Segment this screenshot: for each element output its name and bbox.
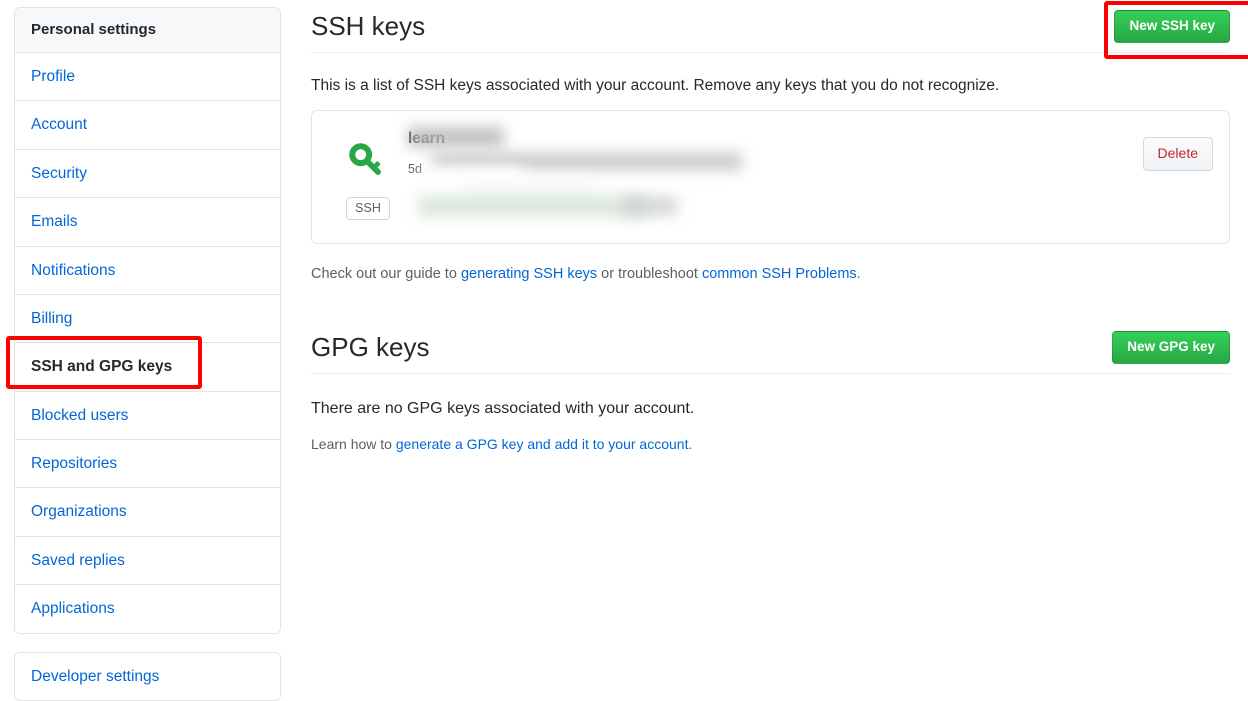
gpg-empty-message: There are no GPG keys associated with yo… xyxy=(311,399,695,417)
sidebar-item-account[interactable]: Account xyxy=(15,101,280,150)
ssh-key-icon-column: SSH xyxy=(328,127,408,221)
sidebar-item-emails[interactable]: Emails xyxy=(15,198,280,247)
sidebar-item-ssh-and-gpg-keys[interactable]: SSH and GPG keys xyxy=(15,343,280,392)
ssh-key-last-used xyxy=(408,204,1133,227)
sidebar-item-saved-replies[interactable]: Saved replies xyxy=(15,536,280,586)
sidebar-item-billing[interactable]: Billing xyxy=(15,294,280,344)
ssh-key-title: learn xyxy=(408,130,446,148)
ssh-key-list-item: SSH learn 5d Delete xyxy=(311,110,1230,244)
sidebar-item-notifications[interactable]: Notifications xyxy=(15,246,280,295)
ssh-help-note: Check out our guide to generating SSH ke… xyxy=(311,264,1230,285)
settings-sidebar: Personal settings Profile Account Securi… xyxy=(14,7,281,701)
sidebar-divider-space xyxy=(14,634,281,652)
ssh-keys-header: SSH keys New SSH key xyxy=(311,10,1230,53)
sidebar-item-organizations[interactable]: Organizations xyxy=(15,488,280,537)
new-gpg-key-button[interactable]: New GPG key xyxy=(1112,331,1230,364)
delete-ssh-key-button[interactable]: Delete xyxy=(1142,137,1213,171)
ssh-key-details: learn 5d xyxy=(408,127,1133,227)
ssh-type-badge: SSH xyxy=(346,197,390,221)
sidebar-item-repositories[interactable]: Repositories xyxy=(15,440,280,489)
sidebar-item-blocked-users[interactable]: Blocked users xyxy=(15,391,280,440)
main-content: SSH keys New SSH key This is a list of S… xyxy=(311,0,1230,455)
ssh-help-suffix: . xyxy=(856,266,861,282)
personal-settings-nav: Personal settings Profile Account Securi… xyxy=(14,7,281,634)
gpg-learn-prefix: Learn how to xyxy=(311,436,396,453)
sidebar-item-profile[interactable]: Profile xyxy=(15,53,280,102)
ssh-help-middle: or troubleshoot xyxy=(597,266,702,282)
new-ssh-key-button[interactable]: New SSH key xyxy=(1114,10,1230,43)
gpg-learn-note: Learn how to generate a GPG key and add … xyxy=(311,434,1230,454)
sidebar-item-security[interactable]: Security xyxy=(15,149,280,199)
sidebar-item-developer-settings[interactable]: Developer settings xyxy=(15,652,280,700)
ssh-key-fingerprint: 5d xyxy=(408,161,422,176)
ssh-key-actions: Delete xyxy=(1133,127,1213,171)
ssh-keys-title: SSH keys xyxy=(311,11,426,41)
generate-gpg-key-link[interactable]: generate a GPG key and add it to your ac… xyxy=(396,436,689,452)
developer-settings-nav: Developer settings xyxy=(14,651,281,701)
common-ssh-problems-link[interactable]: common SSH Problems xyxy=(702,266,857,282)
gpg-keys-header: GPG keys New GPG key xyxy=(311,331,1230,374)
gpg-keys-title: GPG keys xyxy=(311,332,430,363)
generating-ssh-keys-link[interactable]: generating SSH keys xyxy=(461,266,597,282)
ssh-keys-description: This is a list of SSH keys associated wi… xyxy=(311,76,1000,94)
key-icon xyxy=(345,139,391,185)
gpg-learn-suffix: . xyxy=(688,436,693,453)
ssh-help-prefix: Check out our guide to xyxy=(311,266,461,282)
sidebar-header: Personal settings xyxy=(15,8,280,53)
gpg-keys-section: GPG keys New GPG key There are no GPG ke… xyxy=(311,331,1230,454)
sidebar-item-applications[interactable]: Applications xyxy=(15,585,280,633)
settings-page: Personal settings Profile Account Securi… xyxy=(0,0,1248,701)
ssh-key-added-date xyxy=(408,181,1133,204)
